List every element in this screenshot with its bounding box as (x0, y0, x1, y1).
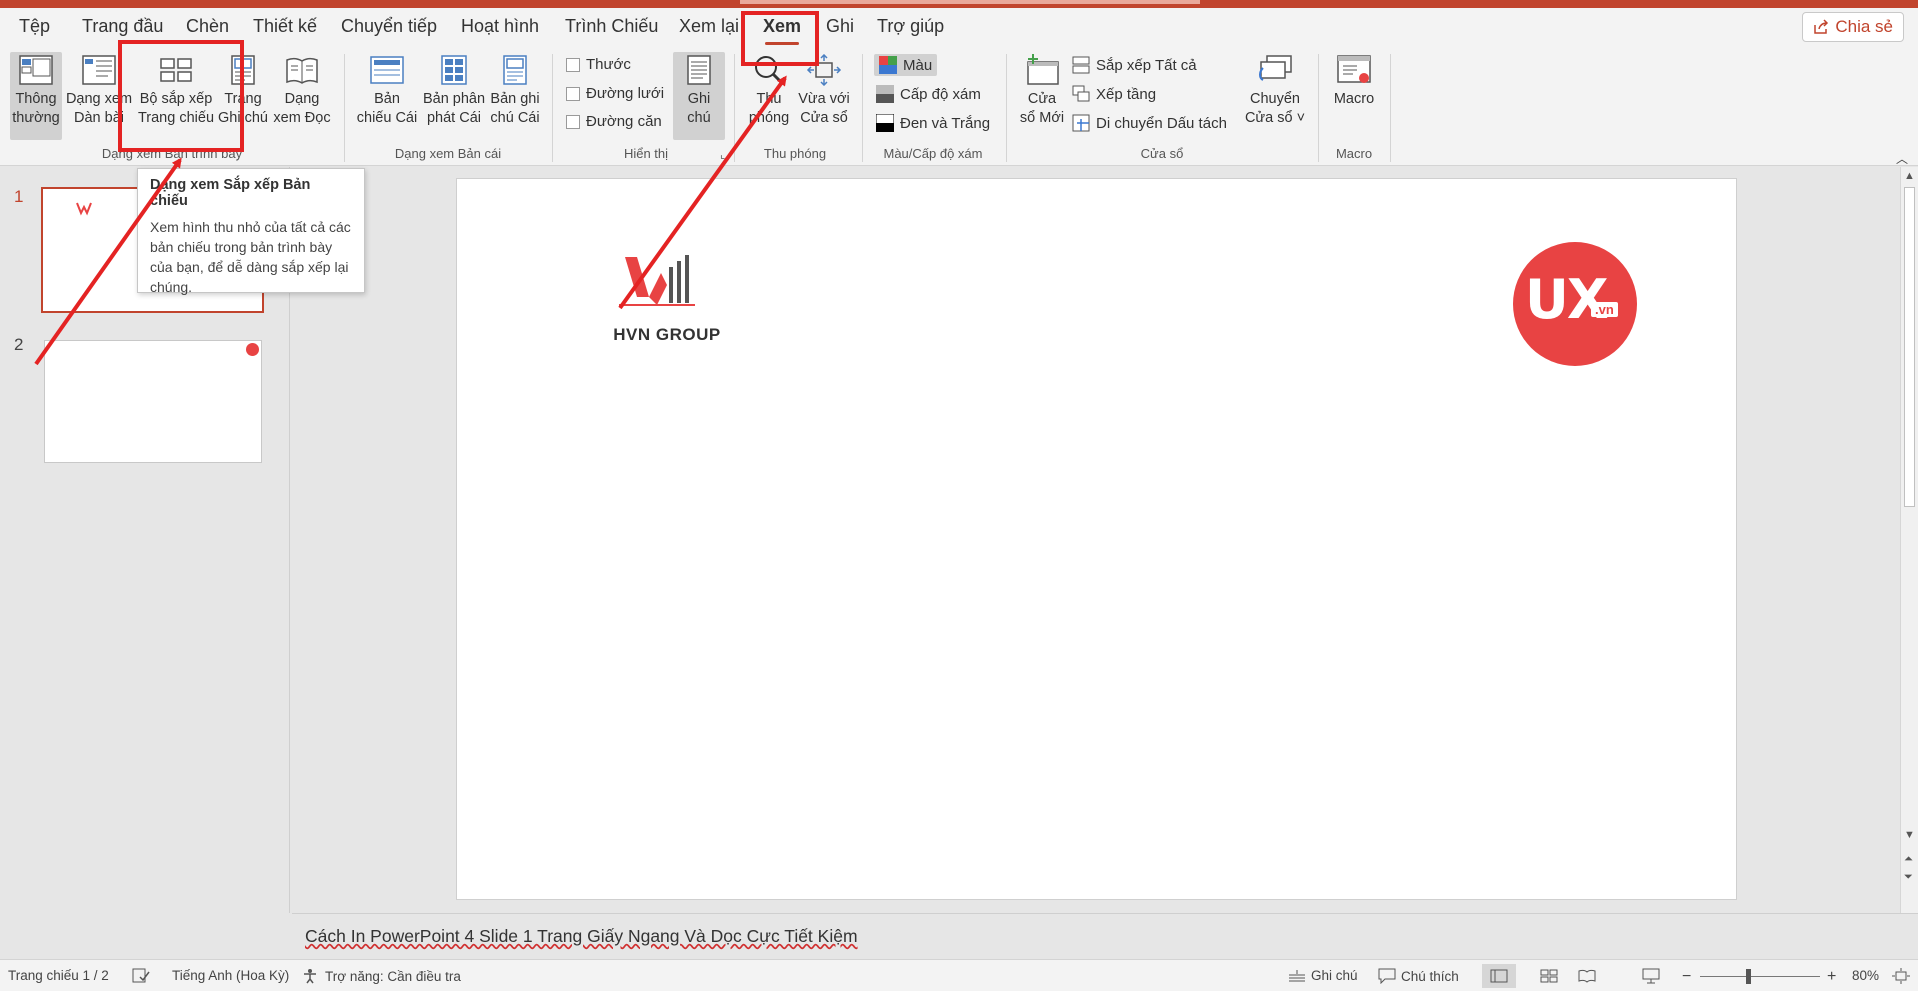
annotation-arrows (34, 75, 787, 366)
powerpoint-window: Tệp Trang đầu Chèn Thiết kế Chuyển tiếp … (0, 0, 1918, 991)
annotation-arrow-1 (34, 157, 182, 366)
annotation-arrow-2 (618, 75, 787, 310)
